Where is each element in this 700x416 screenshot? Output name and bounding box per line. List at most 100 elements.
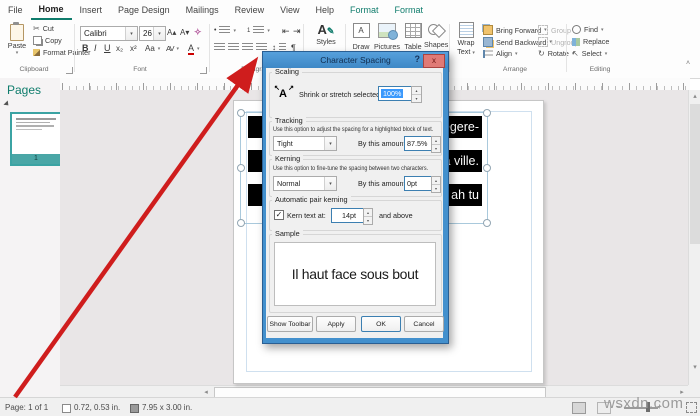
spinner-up-icon[interactable]: ▴ [412, 87, 421, 95]
tab-insert[interactable]: Insert [72, 0, 111, 20]
clipboard-dialog-launcher[interactable] [66, 67, 73, 74]
font-color-button[interactable]: A ▾ [188, 43, 200, 55]
dialog-help-button[interactable]: ? [415, 54, 421, 64]
align-left-button[interactable] [214, 43, 225, 52]
resize-handle-nw[interactable] [237, 109, 245, 117]
tab-view[interactable]: View [272, 0, 307, 20]
grow-font-button[interactable]: A▴ [167, 28, 176, 37]
dialog-close-button[interactable]: x [423, 54, 445, 68]
single-page-view-button[interactable] [572, 402, 586, 414]
tracking-combo-arrow-icon[interactable]: ▾ [324, 137, 336, 150]
resize-handle-se[interactable] [483, 219, 491, 227]
change-case-button[interactable]: Aa ▾ [145, 44, 160, 53]
grow-font-icon: A▴ [167, 28, 177, 37]
draw-text-box-button[interactable]: A Draw [350, 23, 372, 51]
numbering-button[interactable]: 1 ▾ [247, 26, 270, 35]
ok-button[interactable]: OK [361, 316, 401, 332]
apply-button[interactable]: Apply [316, 316, 356, 332]
shapes-icon [428, 23, 447, 39]
font-name-combo[interactable]: Calibri ▾ [80, 26, 138, 41]
kerning-preset-combo[interactable]: Normal ▾ [273, 176, 337, 191]
vertical-scrollbar[interactable]: ▴ ▾ [688, 90, 700, 385]
bold-button[interactable]: B [82, 43, 89, 53]
increase-indent-button[interactable]: ⇥ [293, 26, 301, 37]
tracking-preset-combo[interactable]: Tight ▾ [273, 136, 337, 151]
paste-button[interactable]: Paste ▾ [4, 22, 30, 62]
tab-format-drawing[interactable]: Format [387, 0, 432, 20]
clear-formatting-button[interactable]: ✧ [194, 27, 202, 38]
pages-panel: Pages 1 [0, 78, 62, 397]
spinner-down-icon[interactable]: ▾ [412, 95, 421, 102]
resize-handle-sw[interactable] [237, 219, 245, 227]
shapes-button[interactable]: Shapes [424, 23, 448, 49]
page-thumbnail[interactable]: 1 [10, 112, 62, 166]
status-object-position[interactable]: 0.72, 0.53 in. [74, 403, 120, 412]
find-button[interactable]: Find ▾ [572, 25, 604, 34]
kern-text-label: Kern text at: [287, 211, 326, 220]
draw-label: Draw [352, 42, 370, 51]
font-size-dropdown-icon[interactable]: ▾ [153, 27, 165, 40]
bullets-button[interactable]: • ▾ [214, 26, 236, 35]
cancel-button[interactable]: Cancel [404, 316, 444, 332]
kerning-spinner[interactable]: ▴ ▾ [431, 176, 441, 193]
superscript-button[interactable]: x² [130, 44, 137, 53]
cut-button[interactable]: ✂ Cut [33, 24, 54, 33]
dialog-title-bar[interactable]: Character Spacing [263, 52, 448, 68]
kern-size-spinner[interactable]: ▴ ▾ [363, 208, 373, 225]
kern-size-field[interactable]: 14pt [331, 208, 367, 223]
status-object-size[interactable]: 7.95 x 3.00 in. [142, 403, 192, 412]
fit-page-icon[interactable] [686, 402, 697, 413]
status-page-indicator[interactable]: Page: 1 of 1 [5, 403, 48, 412]
bullets-dropdown-icon: ▾ [233, 27, 236, 34]
tab-file[interactable]: File [0, 0, 31, 20]
tab-format-textbox[interactable]: Format [342, 0, 387, 20]
select-button[interactable]: ↖ Select ▾ [572, 49, 607, 58]
replace-button[interactable]: Replace [572, 37, 609, 46]
align-right-button[interactable] [242, 43, 253, 52]
tab-home[interactable]: Home [30, 0, 72, 20]
italic-button[interactable]: I [94, 43, 97, 53]
tracking-spinner[interactable]: ▴ ▾ [431, 136, 441, 153]
rotate-button[interactable]: ↻ Rotate ▾ [538, 49, 574, 58]
scaling-value-field[interactable]: 100% [378, 86, 414, 101]
vertical-scrollbar-thumb[interactable] [690, 104, 700, 244]
align-objects-button[interactable]: Align ▾ [483, 49, 518, 58]
scroll-down-icon[interactable]: ▾ [689, 361, 700, 373]
table-button[interactable]: Table [402, 23, 424, 51]
scaling-spinner[interactable]: ▴ ▾ [411, 86, 422, 103]
resize-handle-e[interactable] [483, 164, 491, 172]
scroll-up-icon[interactable]: ▴ [689, 90, 700, 102]
tab-page-design[interactable]: Page Design [110, 0, 178, 20]
show-toolbar-button[interactable]: Show Toolbar [267, 316, 313, 332]
character-spacing-dialog: Character Spacing ? x Scaling ↖ ↗ A Shri… [262, 51, 449, 344]
decrease-indent-button[interactable]: ⇤ [282, 26, 290, 37]
spinner-down-icon[interactable]: ▾ [432, 145, 440, 152]
spinner-down-icon[interactable]: ▾ [364, 217, 372, 224]
wrap-text-button[interactable]: Wrap Text ▾ [453, 22, 479, 56]
tab-mailings[interactable]: Mailings [178, 0, 227, 20]
character-spacing-button[interactable]: AV ▾ [166, 44, 179, 53]
spinner-up-icon[interactable]: ▴ [432, 137, 440, 145]
subscript-button[interactable]: x₂ [116, 44, 123, 53]
spinner-up-icon[interactable]: ▴ [364, 209, 372, 217]
collapse-ribbon-button[interactable]: ˄ [686, 60, 690, 67]
font-size-combo[interactable]: 26 ▾ [139, 26, 166, 41]
font-name-dropdown-icon[interactable]: ▾ [125, 27, 137, 40]
copy-button[interactable]: Copy [33, 36, 62, 45]
kern-text-checkbox[interactable]: ✓ [274, 210, 284, 220]
resize-handle-ne[interactable] [483, 109, 491, 117]
font-dialog-launcher[interactable] [200, 67, 207, 74]
tab-help[interactable]: Help [307, 0, 342, 20]
spinner-up-icon[interactable]: ▴ [432, 177, 440, 185]
cut-label: Cut [42, 24, 54, 33]
thumbnail-line [16, 125, 54, 127]
resize-handle-w[interactable] [237, 164, 245, 172]
pages-collapse-icon[interactable] [3, 100, 11, 108]
underline-button[interactable]: U [104, 43, 111, 53]
kerning-combo-arrow-icon[interactable]: ▾ [324, 177, 336, 190]
align-center-button[interactable] [228, 43, 239, 52]
pictures-button[interactable]: Pictures [374, 23, 400, 51]
tab-review[interactable]: Review [227, 0, 273, 20]
shrink-font-button[interactable]: A▾ [180, 28, 189, 37]
spinner-down-icon[interactable]: ▾ [432, 185, 440, 192]
